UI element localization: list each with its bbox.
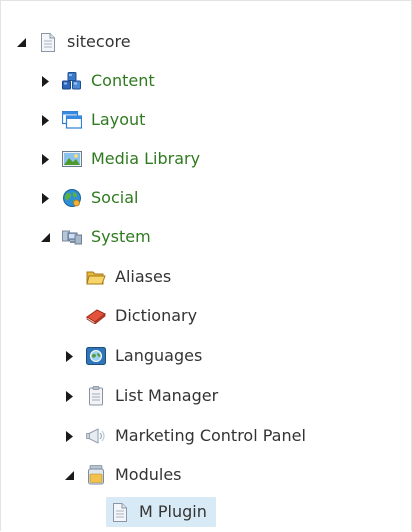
collapsed-arrow-icon[interactable] — [64, 350, 74, 362]
tree-node-marketing-control-panel[interactable]: Marketing Control Panel — [64, 420, 308, 452]
languages-globe-icon — [86, 346, 106, 366]
tree-node-languages[interactable]: Languages — [64, 340, 204, 372]
tree-node-label[interactable]: sitecore — [65, 30, 133, 54]
tree-node-content[interactable]: Content — [40, 65, 157, 97]
tree-node-list-manager[interactable]: List Manager — [64, 380, 220, 412]
image-icon — [62, 149, 82, 169]
expanded-arrow-icon[interactable] — [64, 470, 74, 480]
tree-node-modules[interactable]: Modules — [64, 459, 184, 491]
tree-node-social[interactable]: Social — [40, 182, 140, 214]
tree-node-media-library[interactable]: Media Library — [40, 143, 202, 175]
tree-node-label[interactable]: Layout — [89, 108, 147, 132]
tree-node-aliases[interactable]: Aliases — [64, 261, 173, 293]
layout-window-icon — [62, 110, 82, 130]
tree-node-label[interactable]: Aliases — [113, 265, 173, 289]
expanded-arrow-icon[interactable] — [16, 37, 26, 47]
tree-node-label[interactable]: Media Library — [89, 147, 202, 171]
clipboard-icon — [86, 386, 106, 406]
tree-node-label[interactable]: Marketing Control Panel — [113, 424, 308, 448]
globe-icon — [62, 188, 82, 208]
tree-node-dictionary[interactable]: Dictionary — [64, 300, 199, 332]
system-icon — [62, 227, 82, 247]
collapsed-arrow-icon[interactable] — [40, 114, 50, 126]
book-icon — [86, 306, 106, 326]
collapsed-arrow-icon[interactable] — [40, 153, 50, 165]
tree-node-label[interactable]: System — [89, 225, 153, 249]
tree-node-label[interactable]: Languages — [113, 344, 204, 368]
collapsed-arrow-icon[interactable] — [40, 192, 50, 204]
content-cubes-icon — [62, 71, 82, 91]
tree-node-label[interactable]: Social — [89, 186, 140, 210]
megaphone-icon — [86, 426, 106, 446]
expanded-arrow-icon[interactable] — [40, 232, 50, 242]
tree-node-layout[interactable]: Layout — [40, 104, 147, 136]
document-icon — [110, 502, 130, 522]
tree-node-sitecore[interactable]: sitecore — [16, 26, 133, 58]
tree-node-label[interactable]: Dictionary — [113, 304, 199, 328]
tree-node-label[interactable]: List Manager — [113, 384, 220, 408]
tree-node-label[interactable]: M Plugin — [137, 500, 209, 524]
jar-icon — [86, 465, 106, 485]
tree-node-label[interactable]: Modules — [113, 463, 184, 487]
folder-icon — [86, 267, 106, 287]
tree-node-label[interactable]: Content — [89, 69, 157, 93]
collapsed-arrow-icon[interactable] — [64, 430, 74, 442]
collapsed-arrow-icon[interactable] — [40, 75, 50, 87]
tree-node-m-plugin[interactable]: M Plugin — [88, 496, 209, 528]
tree-node-system[interactable]: System — [40, 221, 153, 253]
document-icon — [38, 32, 58, 52]
collapsed-arrow-icon[interactable] — [64, 390, 74, 402]
